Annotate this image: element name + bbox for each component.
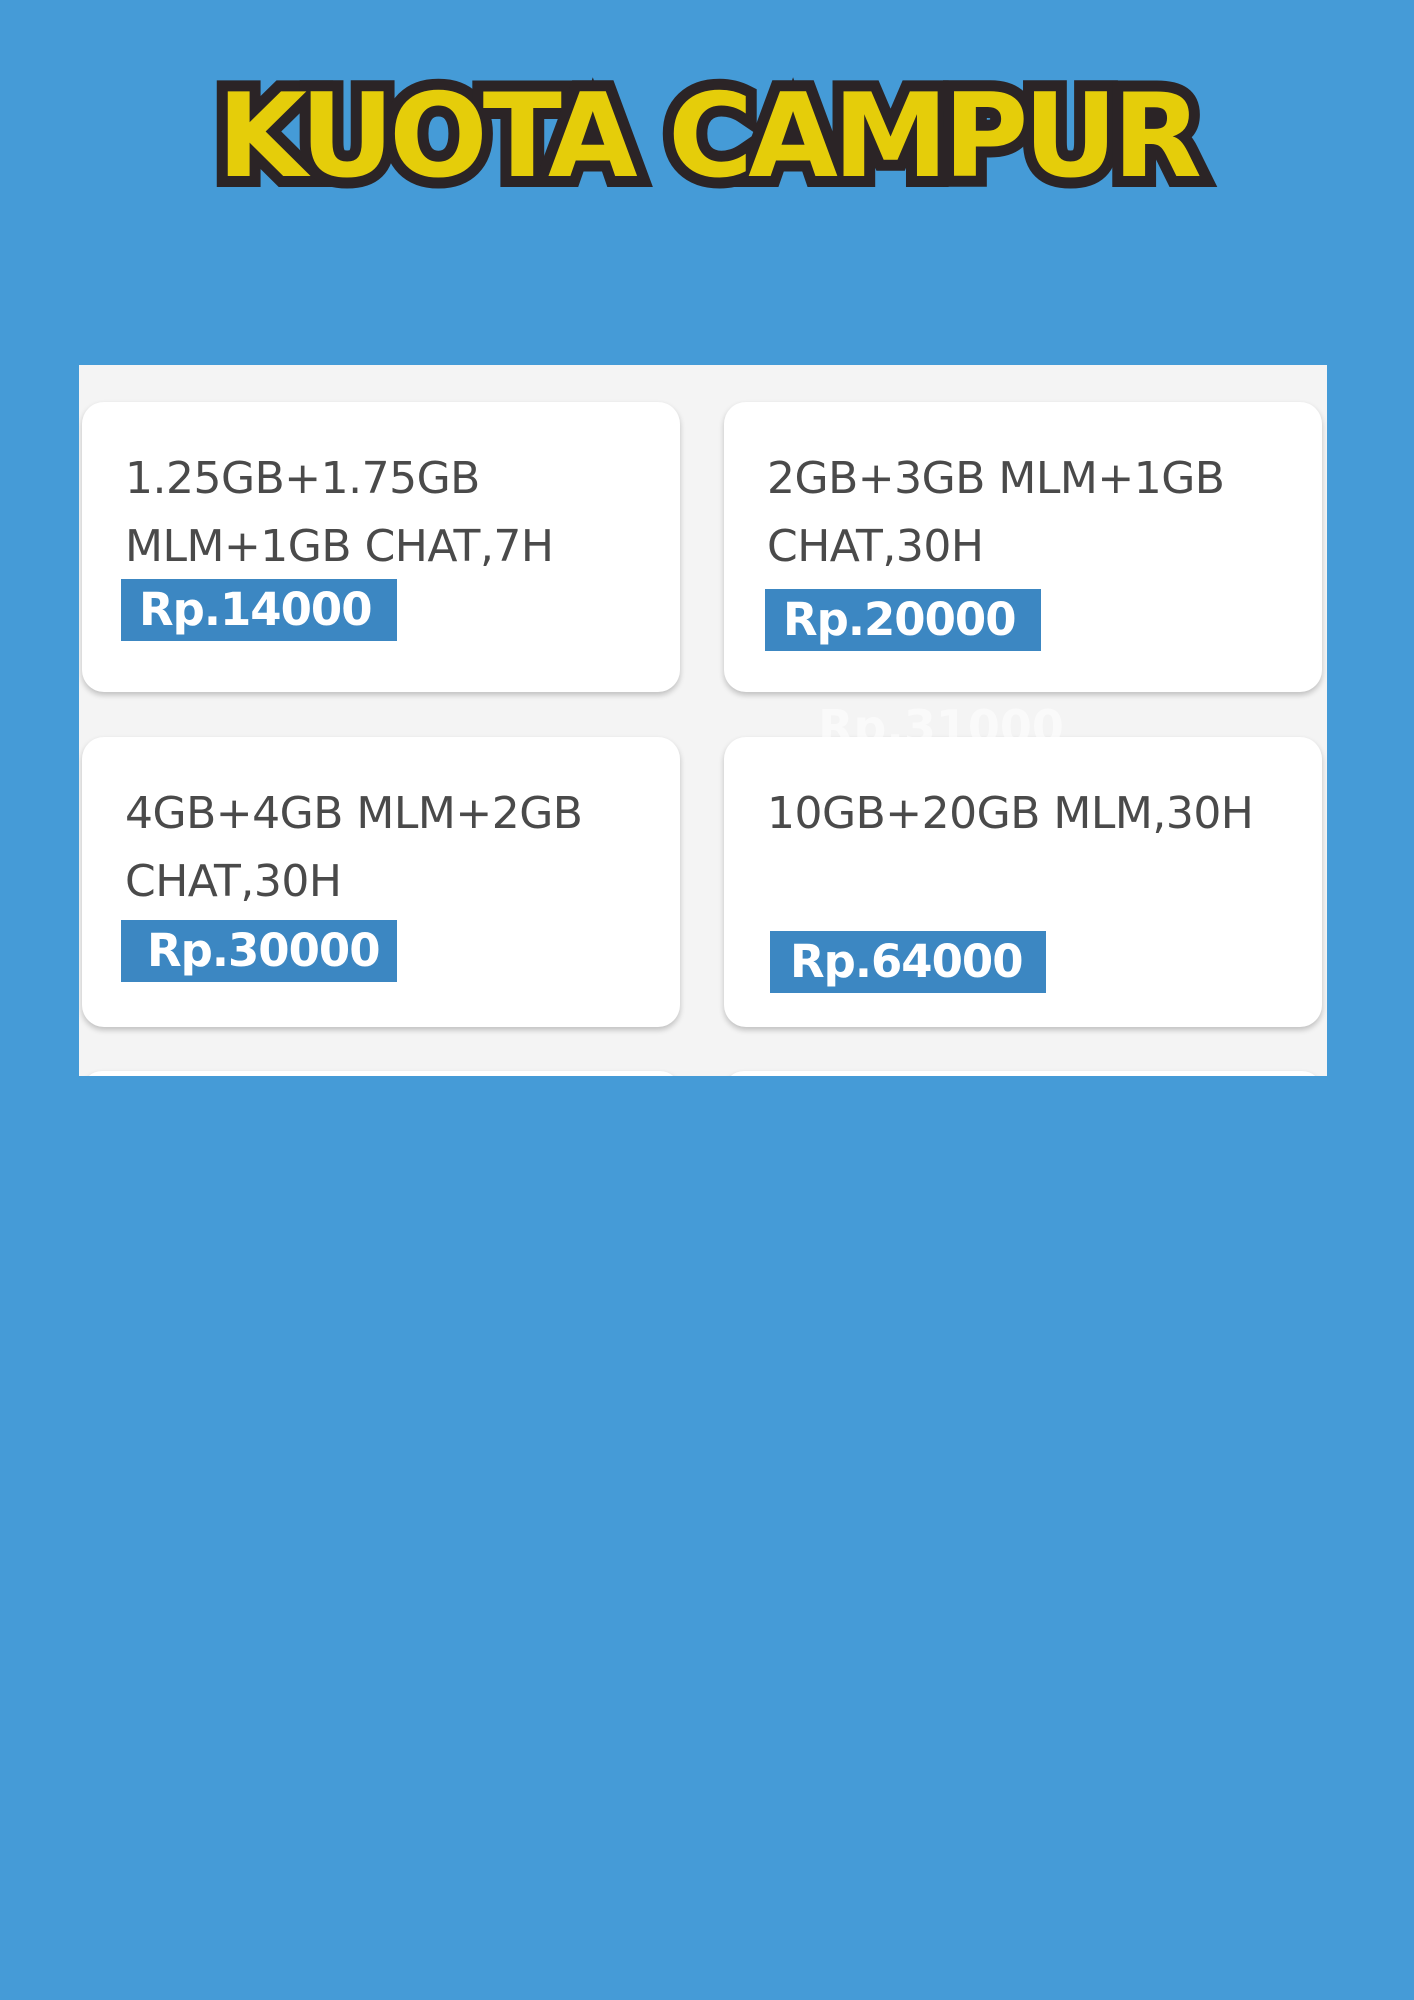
- faded-price-text: Rp.31000: [818, 700, 1064, 754]
- price-tag: Rp.20000: [765, 589, 1041, 651]
- package-card-3[interactable]: 4GB+4GB MLM+2GB CHAT,30H Rp.30000: [82, 737, 680, 1027]
- price-tag: Rp.30000: [121, 920, 397, 982]
- package-name: 10GB+20GB MLM,30H: [767, 788, 1254, 839]
- package-card-2[interactable]: 2GB+3GB MLM+1GB CHAT,30H Rp.20000: [724, 402, 1322, 692]
- page-title: KUOTA CAMPUR: [206, 58, 1213, 215]
- price-tag: Rp.64000: [770, 931, 1046, 993]
- package-panel: 1.25GB+1.75GB MLM+1GB CHAT,7H Rp.14000 2…: [79, 365, 1327, 1076]
- package-card-1[interactable]: 1.25GB+1.75GB MLM+1GB CHAT,7H Rp.14000: [82, 402, 680, 692]
- package-card-4[interactable]: 10GB+20GB MLM,30H Rp.64000: [724, 737, 1322, 1027]
- package-card-partial-right[interactable]: [724, 1071, 1322, 1076]
- package-name: 1.25GB+1.75GB MLM+1GB CHAT,7H: [125, 453, 554, 572]
- package-card-partial-left[interactable]: [82, 1071, 680, 1076]
- package-name: 2GB+3GB MLM+1GB CHAT,30H: [767, 453, 1225, 572]
- price-tag: Rp.14000: [121, 579, 397, 641]
- package-name: 4GB+4GB MLM+2GB CHAT,30H: [125, 788, 583, 907]
